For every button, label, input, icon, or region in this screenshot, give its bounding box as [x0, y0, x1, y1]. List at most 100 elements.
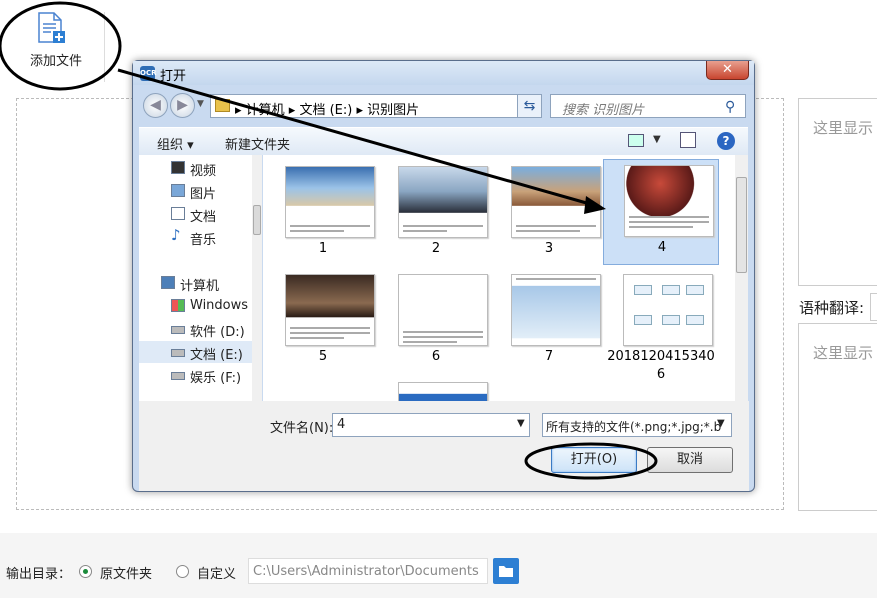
windows-drive-icon [171, 299, 185, 312]
recent-locations-dropdown[interactable]: ▼ [197, 99, 204, 109]
dialog-close-button[interactable]: ✕ [706, 61, 749, 80]
nav-item-drive-f[interactable]: 娱乐 (F:) [139, 364, 262, 386]
file-item[interactable]: 2 [378, 161, 494, 267]
file-thumbnail [285, 274, 375, 346]
translation-text-area[interactable]: 这里显示 [798, 323, 877, 511]
forward-button[interactable]: ▶ [170, 93, 195, 118]
radio-custom-folder[interactable] [176, 565, 189, 578]
pictures-icon [171, 184, 185, 197]
file-item[interactable] [378, 377, 494, 401]
change-view-icon[interactable] [628, 134, 644, 147]
breadcrumb[interactable]: ▸ 计算机 ▸ 文档 (E:) ▸ 识别图片 [235, 99, 419, 118]
address-field[interactable]: ▸ 计算机 ▸ 文档 (E:) ▸ 识别图片 ▼ [210, 94, 541, 118]
file-name-dropdown-icon[interactable]: ▼ [517, 418, 525, 429]
ocr-app-icon: OCR [140, 66, 156, 81]
radio-original-folder[interactable] [79, 565, 92, 578]
nav-item-label: 软件 (D:) [190, 325, 245, 340]
cancel-button[interactable]: 取消 [647, 447, 733, 473]
drive-icon [171, 372, 185, 380]
nav-item-label: 音乐 [190, 233, 217, 248]
file-thumbnail [511, 274, 601, 346]
file-thumbnail [624, 165, 714, 237]
toolbar-divider [104, 12, 105, 82]
documents-icon [171, 207, 185, 220]
music-icon: ♪ [171, 226, 181, 244]
language-label: 语种翻译: [799, 299, 865, 317]
dialog-bottom-panel: 文件名(N): 4 ▼ 所有支持的文件(*.png;*.jpg;*.b ▼ 打开… [139, 401, 749, 491]
file-name: 6 [431, 349, 441, 364]
dialog-titlebar[interactable]: OCR 打开 ✕ [133, 61, 754, 85]
help-icon[interactable]: ? [717, 132, 735, 150]
drive-icon [171, 326, 185, 334]
file-name-label: 文件名(N): [270, 421, 334, 436]
nav-scroll-thumb[interactable] [253, 205, 261, 235]
file-name: 4 [657, 240, 667, 255]
view-dropdown-icon[interactable]: ▼ [653, 134, 661, 145]
new-folder-button[interactable]: 新建文件夹 [225, 134, 290, 153]
result-text-area[interactable]: 这里显示 [798, 98, 877, 286]
output-path-input[interactable]: C:\Users\Administrator\Documents [248, 558, 488, 584]
radio-original-label[interactable]: 原文件夹 [100, 563, 152, 582]
nav-item-drive-d[interactable]: 软件 (D:) [139, 318, 262, 340]
file-thumbnail [398, 274, 488, 346]
file-name: 3 [544, 241, 554, 256]
add-file-icon [38, 12, 65, 43]
file-list-scrollbar[interactable] [735, 155, 748, 401]
nav-item-video[interactable]: 视频 [139, 157, 262, 179]
nav-item-music[interactable]: ♪ 音乐 [139, 226, 262, 248]
search-input[interactable]: 搜索 识别图片 ⚲ [550, 94, 746, 118]
file-name: 7 [544, 349, 554, 364]
radio-custom-label[interactable]: 自定义 [197, 563, 236, 582]
file-type-filter[interactable]: 所有支持的文件(*.png;*.jpg;*.b [542, 413, 732, 437]
file-item[interactable]: 7 [491, 269, 607, 375]
dialog-title: 打开 [160, 69, 187, 84]
nav-item-windows[interactable]: Windows [139, 295, 262, 317]
command-bar: 组织 ▾ 新建文件夹 ▼ ? [139, 127, 748, 155]
drive-icon [171, 349, 185, 357]
file-item[interactable]: 1 [265, 161, 381, 267]
file-thumbnail [285, 166, 375, 238]
search-icon[interactable]: ⚲ [725, 99, 735, 115]
file-item-selected[interactable]: 4 [603, 159, 719, 265]
address-bar-row: ◀ ▶ ▼ ▸ 计算机 ▸ 文档 (E:) ▸ 识别图片 ▼ ⇆ 搜索 识别图片… [139, 91, 747, 121]
back-button[interactable]: ◀ [143, 93, 168, 118]
refresh-button[interactable]: ⇆ [517, 94, 542, 118]
file-thumbnail [623, 274, 713, 346]
nav-item-label: 文档 (E:) [190, 348, 243, 363]
browse-folder-button[interactable] [493, 558, 519, 584]
nav-scrollbar[interactable] [252, 155, 262, 401]
nav-item-computer[interactable]: 计算机 [139, 272, 262, 294]
nav-item-drive-e[interactable]: 文档 (E:) [139, 341, 262, 363]
file-item[interactable]: 2018120415340 6 [603, 269, 719, 382]
file-item[interactable]: 5 [265, 269, 381, 375]
file-thumbnail [398, 166, 488, 238]
nav-item-documents[interactable]: 文档 [139, 203, 262, 225]
file-name: 1 [318, 241, 328, 256]
nav-item-label: 文档 [190, 210, 217, 225]
add-file-label: 添加文件 [29, 54, 82, 69]
file-type-dropdown-icon[interactable]: ▼ [717, 418, 725, 429]
file-name-input[interactable]: 4 [332, 413, 530, 437]
file-item[interactable]: 3 [491, 161, 607, 267]
nav-item-label: 视频 [190, 164, 217, 179]
file-list-scroll-thumb[interactable] [736, 177, 747, 273]
nav-item-label: Windows [190, 298, 249, 313]
navigation-pane: 视频 图片 文档 ♪ 音乐 计算机 Windows 软件 (D:) 文档 (E: [139, 155, 262, 401]
open-file-dialog: OCR 打开 ✕ ◀ ▶ ▼ ▸ 计算机 ▸ 文档 (E:) ▸ 识别图片 ▼ … [132, 60, 755, 492]
add-file-button[interactable]: 添加文件 [10, 4, 102, 84]
organize-menu[interactable]: 组织 ▾ [157, 134, 194, 153]
search-placeholder: 搜索 识别图片 [562, 103, 645, 118]
language-select[interactable] [870, 293, 877, 321]
file-name: 2 [431, 241, 441, 256]
nav-item-pictures[interactable]: 图片 [139, 180, 262, 202]
preview-pane-icon[interactable] [680, 132, 696, 148]
file-item[interactable]: 6 [378, 269, 494, 375]
result-placeholder: 这里显示 [813, 119, 874, 137]
open-button[interactable]: 打开(O) [551, 447, 637, 473]
file-thumbnail [398, 382, 488, 401]
file-thumbnail [511, 166, 601, 238]
nav-item-label: 计算机 [180, 279, 220, 294]
folder-icon [215, 99, 230, 112]
file-name: 5 [318, 349, 328, 364]
nav-item-label: 娱乐 (F:) [190, 371, 242, 386]
